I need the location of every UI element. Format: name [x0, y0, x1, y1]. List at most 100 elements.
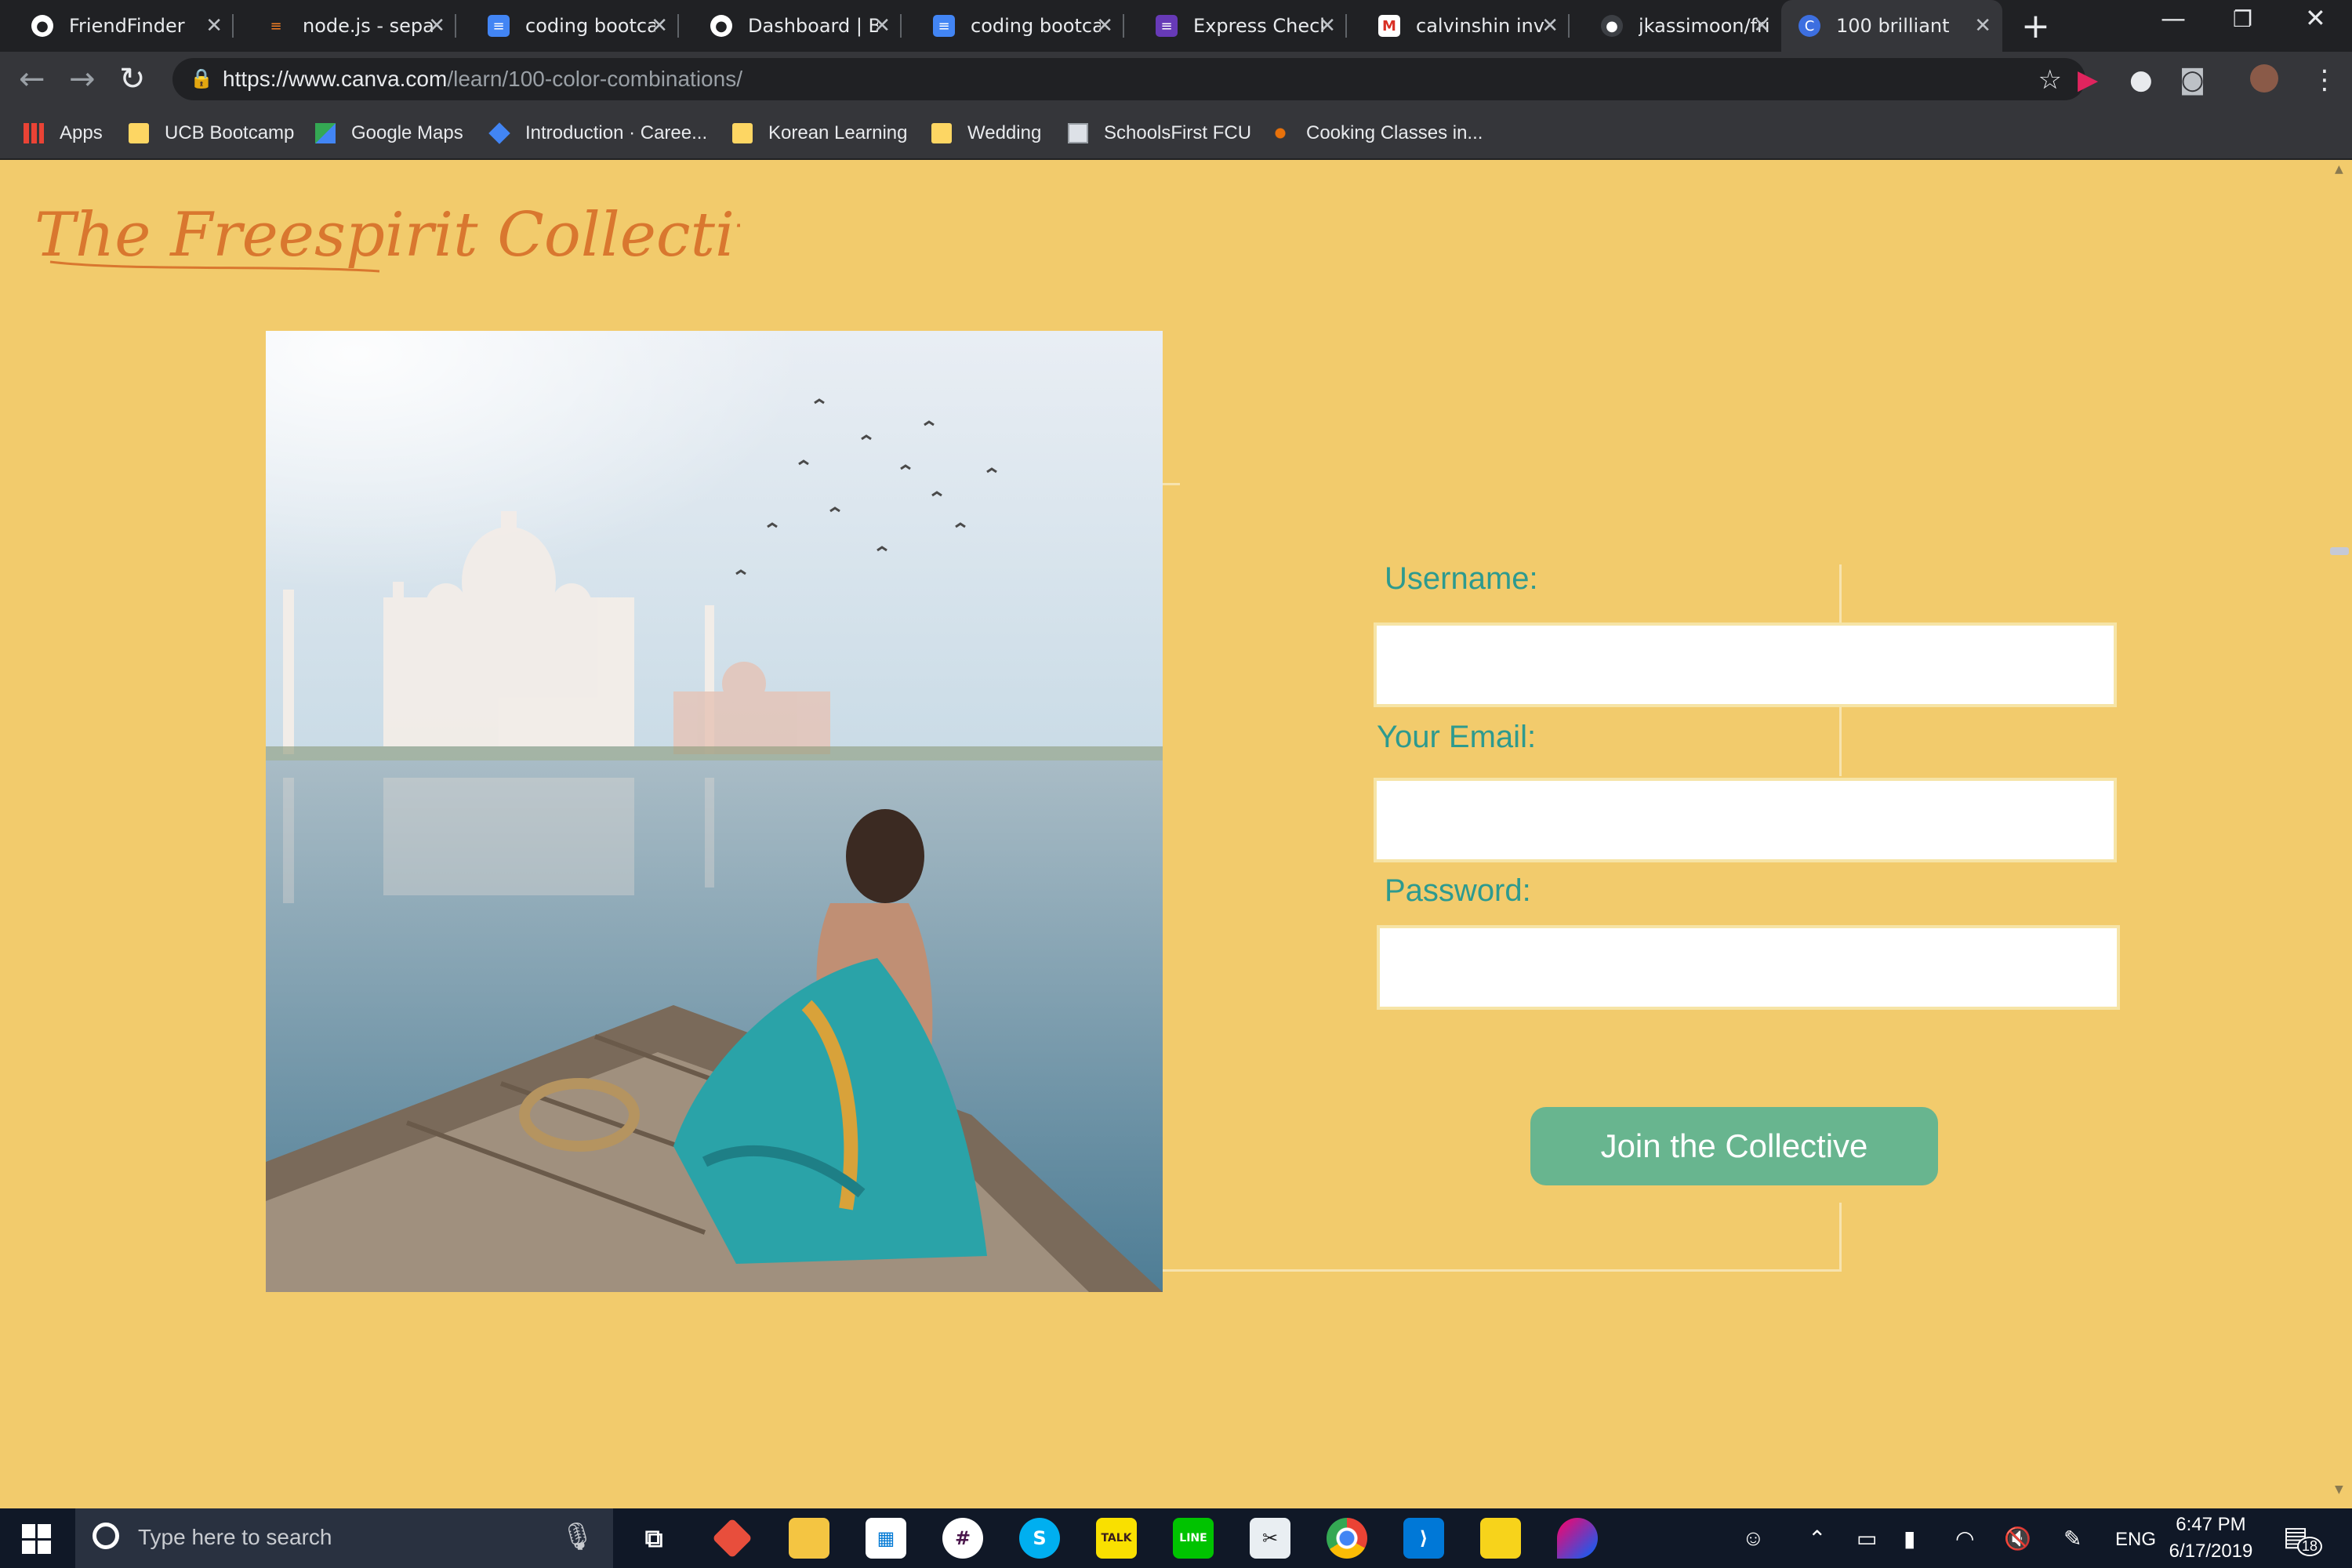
decor-line: [1163, 483, 1180, 485]
taskbar-search[interactable]: Type here to search 🎙: [75, 1508, 613, 1568]
pen-icon[interactable]: ✎: [2063, 1526, 2082, 1552]
notification-count-badge: 18: [2297, 1537, 2323, 1556]
tab-title: 100 brilliant color: [1836, 15, 1954, 37]
clock[interactable]: 6:47 PM 6/17/2019: [2148, 1512, 2274, 1565]
new-tab-button[interactable]: +: [2021, 6, 2050, 46]
email-input[interactable]: [1374, 778, 2117, 862]
file-explorer-icon[interactable]: [789, 1518, 829, 1559]
store-icon[interactable]: ▦: [866, 1518, 906, 1559]
minimize-button[interactable]: —: [2161, 3, 2186, 33]
close-icon[interactable]: ✕: [873, 14, 891, 38]
menu-icon[interactable]: ⋮: [2311, 64, 2338, 96]
forward-button[interactable]: →: [69, 61, 96, 97]
tab-express-checkout[interactable]: ≡ Express Checkout ✕: [1124, 0, 1347, 52]
bookmark-korean-learning[interactable]: Korean Learning: [732, 118, 907, 149]
close-icon[interactable]: ✕: [1753, 14, 1770, 38]
close-window-button[interactable]: ✕: [2305, 3, 2326, 33]
decor-line: [1163, 1269, 1842, 1272]
reload-button[interactable]: ↻: [119, 61, 146, 97]
skype-icon[interactable]: S: [1019, 1518, 1060, 1559]
close-icon[interactable]: ✕: [1096, 14, 1113, 38]
extension-face-icon[interactable]: ●: [2129, 64, 2153, 96]
show-hidden-icons-chevron[interactable]: ⌃: [1808, 1526, 1826, 1552]
bookmark-apps[interactable]: Apps: [24, 118, 103, 149]
close-icon[interactable]: ✕: [1974, 14, 1991, 38]
globe-icon: ●: [31, 15, 53, 37]
bookmark-label: UCB Bootcamp: [165, 122, 295, 143]
windows-taskbar: Type here to search 🎙 ⧉ ▦ # S TALK LINE …: [0, 1508, 2352, 1568]
maps-pin-icon[interactable]: [1557, 1518, 1598, 1559]
docs-icon: ≡: [488, 15, 510, 37]
sticky-notes-icon[interactable]: [1480, 1518, 1521, 1559]
close-icon[interactable]: ✕: [1319, 14, 1336, 38]
profile-avatar[interactable]: [2250, 64, 2278, 93]
bookmark-introduction-career[interactable]: Introduction · Caree...: [488, 118, 707, 149]
email-label: Your Email:: [1377, 720, 1537, 754]
microphone-icon[interactable]: 🎙: [561, 1521, 594, 1552]
site-logo[interactable]: The Freespirit Collective: [34, 183, 740, 278]
github-icon: ●: [1601, 15, 1623, 37]
close-icon[interactable]: ✕: [205, 14, 223, 38]
bookmark-cooking-classes[interactable]: Cooking Classes in...: [1270, 118, 1483, 149]
tab-friendfinder[interactable]: ● FriendFinder ✕: [0, 0, 234, 52]
hero-photo: [266, 331, 1163, 1292]
clock-date: 6/17/2019: [2169, 1541, 2253, 1562]
username-input[interactable]: [1374, 622, 2117, 707]
battery-icon[interactable]: ▮: [1904, 1526, 1915, 1552]
close-icon[interactable]: ✕: [428, 14, 445, 38]
back-button[interactable]: ←: [19, 61, 45, 97]
bookmark-google-maps[interactable]: Google Maps: [315, 118, 463, 149]
wifi-icon[interactable]: ◠: [1955, 1526, 1974, 1552]
bookmark-star-icon[interactable]: ☆: [2038, 64, 2062, 96]
tab-coding-bootcamp-1[interactable]: ≡ coding bootcamp ✕: [456, 0, 679, 52]
password-input[interactable]: [1377, 925, 2120, 1010]
windows-logo-pane: [38, 1540, 51, 1554]
scroll-down-arrow[interactable]: ▼: [2335, 1483, 2343, 1496]
restore-button[interactable]: ❐: [2233, 6, 2252, 32]
chrome-icon[interactable]: [1327, 1518, 1367, 1559]
tab-github[interactable]: ● jkassimoon/friend ✕: [1570, 0, 1781, 52]
url-text[interactable]: https://www.canva.com/learn/100-color-co…: [223, 67, 742, 92]
scroll-up-arrow[interactable]: ▲: [2335, 163, 2343, 176]
bookmark-wedding[interactable]: Wedding: [931, 118, 1041, 149]
join-collective-button[interactable]: Join the Collective: [1530, 1107, 1938, 1185]
git-app-icon[interactable]: [712, 1518, 753, 1559]
snipping-tool-icon[interactable]: ✂: [1250, 1518, 1290, 1559]
task-view-icon[interactable]: ⧉: [633, 1518, 674, 1559]
tab-nodejs[interactable]: ≡ node.js - separate ✕: [234, 0, 456, 52]
extension-video-icon[interactable]: ▶: [2078, 64, 2098, 96]
scrollbar-thumb[interactable]: [2330, 547, 2349, 555]
vscode-icon[interactable]: ⟩: [1403, 1518, 1444, 1559]
bank-icon: [1068, 123, 1088, 143]
tab-title: node.js - separate: [303, 15, 433, 37]
bookmark-label: Cooking Classes in...: [1306, 122, 1483, 143]
volume-muted-icon[interactable]: 🔇: [2004, 1526, 2031, 1552]
close-icon[interactable]: ✕: [1541, 14, 1559, 38]
decor-line: [1839, 1203, 1842, 1272]
close-icon[interactable]: ✕: [651, 14, 668, 38]
windows-start-button[interactable]: [22, 1524, 52, 1554]
tab-title: Dashboard | Bootcamp: [748, 15, 878, 37]
bookmark-schoolsfirst[interactable]: SchoolsFirst FCU: [1068, 118, 1251, 149]
people-icon[interactable]: ☺: [1742, 1526, 1765, 1551]
tab-canva-active[interactable]: C 100 brilliant color ✕: [1781, 0, 2002, 52]
logo-text: The Freespirit Collective: [34, 200, 740, 270]
search-placeholder: Type here to search: [138, 1525, 332, 1549]
tab-coding-bootcamp-2[interactable]: ≡ coding bootcamp ✕: [902, 0, 1124, 52]
bookmark-ucb-bootcamp[interactable]: UCB Bootcamp: [129, 118, 294, 149]
display-icon[interactable]: ▭: [1857, 1526, 1877, 1552]
tab-gmail[interactable]: M calvinshin invited ✕: [1347, 0, 1570, 52]
tab-title: jkassimoon/friend: [1639, 15, 1769, 37]
slack-icon[interactable]: #: [942, 1518, 983, 1559]
stackoverflow-icon: ≡: [270, 17, 282, 34]
line-icon[interactable]: LINE: [1173, 1518, 1214, 1559]
tab-dashboard[interactable]: ● Dashboard | Bootcamp ✕: [679, 0, 902, 52]
address-bar[interactable]: 🔒 https://www.canva.com/learn/100-color-…: [172, 58, 2085, 100]
kakaotalk-icon[interactable]: TALK: [1096, 1518, 1137, 1559]
bookmark-label: Apps: [60, 122, 103, 143]
extension-camera-icon[interactable]: ◙: [2180, 64, 2205, 96]
cortana-icon: [93, 1523, 119, 1549]
lock-icon: 🔒: [190, 67, 213, 89]
tab-title: Express Checkout: [1193, 15, 1323, 37]
apps-grid-icon: [24, 123, 44, 143]
